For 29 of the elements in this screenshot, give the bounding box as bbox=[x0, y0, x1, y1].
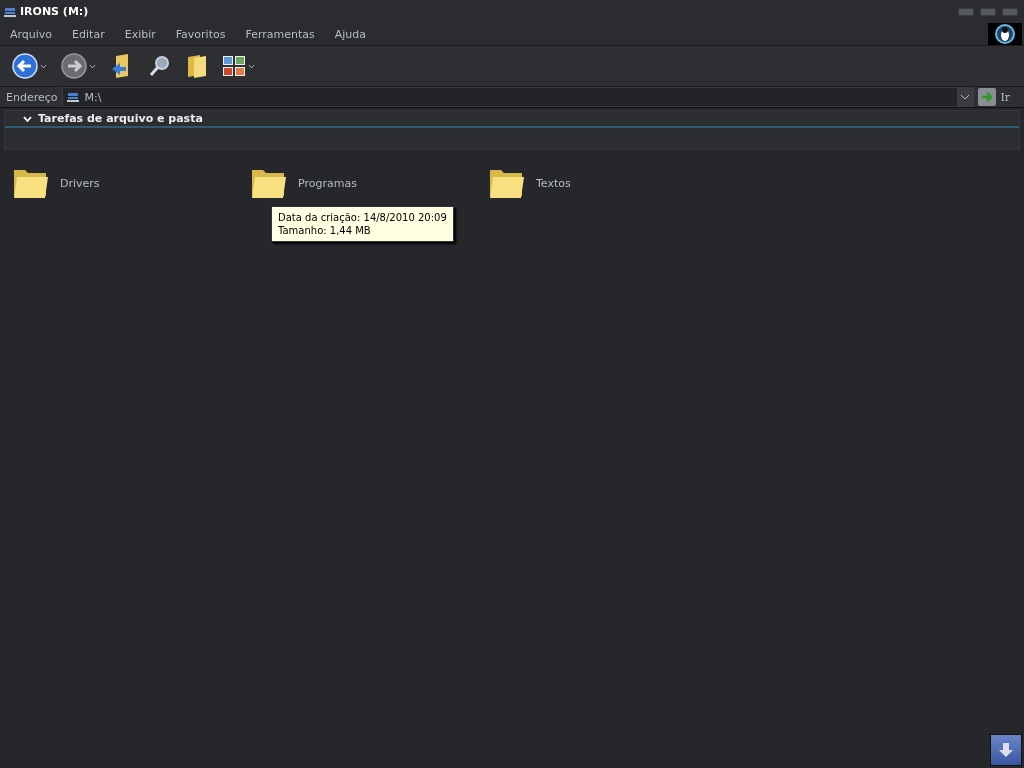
menu-item[interactable]: Ajuda bbox=[324, 27, 377, 41]
down-arrow-icon bbox=[998, 742, 1014, 758]
address-field[interactable]: M:\ bbox=[61, 87, 975, 107]
task-panel-header[interactable]: Tarefas de arquivo e pasta bbox=[5, 111, 1019, 128]
window-title: IRONS (M:) bbox=[20, 5, 89, 18]
menu-item[interactable]: Arquivo bbox=[0, 27, 63, 41]
search-icon bbox=[148, 54, 172, 78]
menu-item[interactable]: Exibir bbox=[114, 27, 166, 41]
caret-icon bbox=[248, 63, 255, 69]
drive-icon bbox=[66, 91, 79, 103]
chevron-icon bbox=[23, 115, 32, 122]
menu-item[interactable]: Favoritos bbox=[165, 27, 236, 41]
chevron-down-icon bbox=[960, 94, 971, 100]
dropdown-button[interactable] bbox=[957, 88, 974, 106]
drive-icon bbox=[4, 5, 16, 18]
menu-item[interactable]: Editar bbox=[62, 27, 115, 41]
folder-item[interactable]: Drivers bbox=[12, 164, 250, 202]
address-label: Endereço bbox=[6, 90, 58, 104]
arrow-icon bbox=[981, 91, 994, 103]
menu-item[interactable]: Ferramentas bbox=[235, 27, 325, 41]
go-button[interactable]: Ir bbox=[978, 88, 1024, 106]
views-icon bbox=[222, 55, 246, 77]
scroll-down-button[interactable] bbox=[990, 734, 1022, 766]
caret-icon bbox=[40, 63, 47, 69]
folders-icon bbox=[186, 53, 208, 79]
folder-item[interactable]: Textos bbox=[488, 164, 726, 202]
caret-icon bbox=[89, 63, 96, 69]
tooltip-text: Tamanho: 1,44 MB bbox=[278, 224, 372, 237]
tooltip-text: Data da criação: 14/8/2010 20:09 bbox=[278, 211, 447, 224]
